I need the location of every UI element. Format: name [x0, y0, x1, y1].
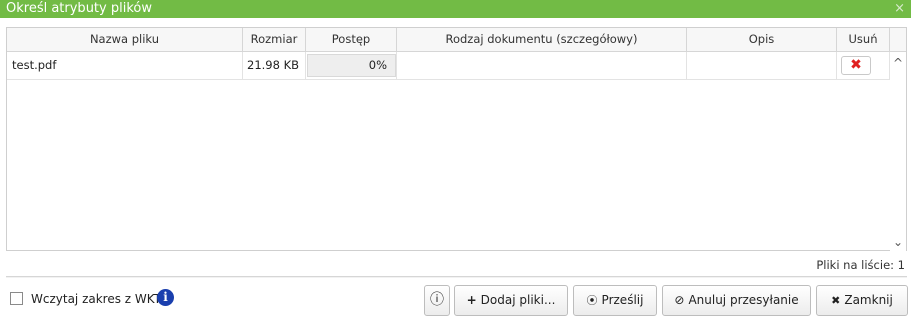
- doc-type-cell[interactable]: [397, 52, 687, 79]
- file-name-cell: test.pdf: [7, 52, 243, 79]
- footer-divider: [6, 276, 907, 278]
- vertical-scrollbar[interactable]: ^ ⌄: [890, 52, 906, 251]
- delete-file-button[interactable]: ✖: [841, 56, 871, 75]
- scroll-down-icon[interactable]: ⌄: [890, 235, 906, 249]
- send-icon: ⦿: [586, 294, 598, 307]
- column-header-progress[interactable]: Postęp: [306, 28, 397, 51]
- file-count-label: Pliki na liście: 1: [816, 258, 905, 272]
- close-label: Zamknij: [844, 293, 893, 307]
- cancel-upload-button[interactable]: ⊘ Anuluj przesyłanie: [662, 285, 811, 316]
- table-row[interactable]: test.pdf 21.98 KB 0% ✖: [7, 52, 890, 80]
- info-circle-icon: ⓘ: [430, 292, 444, 308]
- column-header-doc-type[interactable]: Rodzaj dokumentu (szczegółowy): [397, 28, 687, 51]
- send-label: Prześlij: [601, 293, 644, 307]
- ban-icon: ⊘: [674, 293, 685, 307]
- plus-icon: +: [466, 293, 477, 307]
- info-button[interactable]: ⓘ: [424, 285, 450, 316]
- wkt-checkbox-label[interactable]: Wczytaj zakres z WKT: [31, 291, 161, 307]
- add-files-button[interactable]: + Dodaj pliki...: [454, 285, 568, 316]
- wkt-checkbox[interactable]: [10, 292, 23, 305]
- delete-x-icon: ✖: [850, 57, 862, 73]
- table-header: Nazwa pliku Rozmiar Postęp Rodzaj dokume…: [7, 28, 906, 52]
- info-icon[interactable]: i: [157, 289, 174, 306]
- description-cell[interactable]: [687, 52, 837, 79]
- cancel-upload-label: Anuluj przesyłanie: [688, 293, 799, 307]
- dialog-titlebar: Określ atrybuty plików ×: [0, 0, 911, 18]
- file-size-cell: 21.98 KB: [243, 52, 306, 79]
- add-files-label: Dodaj pliki...: [480, 293, 556, 307]
- close-button[interactable]: ✖ Zamknij: [816, 285, 908, 316]
- progress-bar: 0%: [307, 54, 396, 77]
- close-x-icon: ✖: [831, 294, 841, 307]
- send-button[interactable]: ⦿ Prześlij: [573, 285, 657, 316]
- scroll-up-icon[interactable]: ^: [890, 56, 906, 70]
- column-header-size[interactable]: Rozmiar: [243, 28, 306, 51]
- close-icon[interactable]: ×: [894, 1, 905, 17]
- column-header-name[interactable]: Nazwa pliku: [7, 28, 243, 51]
- column-header-delete: Usuń: [837, 28, 890, 51]
- file-table: Nazwa pliku Rozmiar Postęp Rodzaj dokume…: [6, 27, 907, 251]
- column-header-description[interactable]: Opis: [687, 28, 837, 51]
- dialog-title: Określ atrybuty plików: [6, 1, 152, 16]
